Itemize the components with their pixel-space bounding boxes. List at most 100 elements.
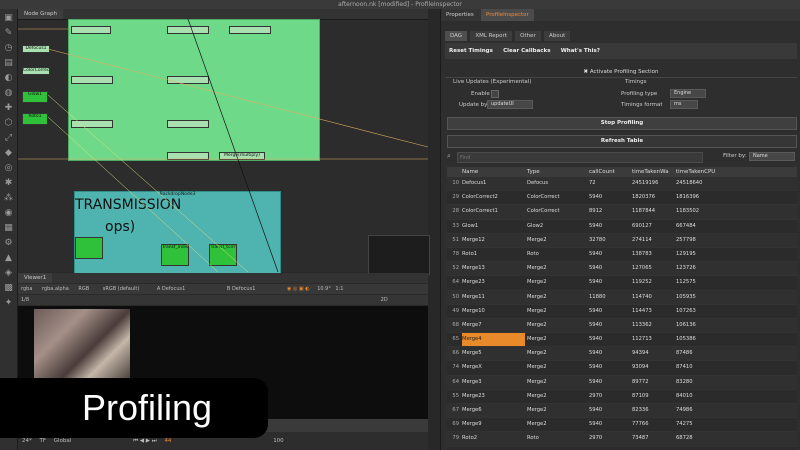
table-row[interactable]: 29 ColorCorrect2 ColorCorrect 5940 1820376 18… [447, 191, 797, 206]
filter-icon[interactable]: ◍ [3, 88, 14, 99]
current-frame[interactable]: 44 [164, 438, 171, 444]
table-row[interactable]: 74 MergeX Merge2 5940 93094 87410 [447, 361, 797, 376]
node-graph-minimap[interactable] [368, 235, 430, 275]
whats-this-button[interactable]: What's This? [557, 43, 604, 59]
ratio-value[interactable]: 1:1 [335, 286, 343, 292]
table-cell: Merge9 [462, 421, 482, 428]
metadata-icon[interactable]: ✱ [3, 178, 14, 189]
table-cell: 1183502 [676, 208, 700, 215]
tab-about[interactable]: About [543, 31, 571, 41]
ocio-icon[interactable]: ◈ [3, 268, 14, 279]
end-frame[interactable]: 100 [273, 438, 284, 444]
node-graph-panel[interactable]: Node Graph Merge(multiply) Glow1 Roto1 D… [18, 9, 430, 275]
zoom-value[interactable]: 10.9° [317, 286, 331, 292]
table-row[interactable]: 67 Merge6 Merge2 5940 82336 74986 [447, 404, 797, 419]
tab-dag[interactable]: DAG [445, 31, 468, 41]
profiling-type-label: Profiling type [621, 91, 658, 97]
tab-properties[interactable]: Properties [441, 9, 479, 21]
frame-range[interactable]: 1/8 [21, 297, 29, 303]
table-row[interactable]: 28 ColorCorrect1 ColorCorrect 8912 1187844 11… [447, 205, 797, 220]
lut-select[interactable]: sRGB (default) [103, 286, 139, 292]
views-icon[interactable]: ◎ [3, 163, 14, 174]
column-header-name[interactable]: Name [462, 167, 525, 177]
tab-viewer[interactable]: Viewer1 [18, 273, 53, 283]
furnace-icon[interactable]: ▲ [3, 253, 14, 264]
table-row[interactable]: 52 Merge13 Merge2 5940 127065 123726 [447, 262, 797, 277]
view-mode-select[interactable]: 2D [381, 297, 388, 303]
clear-callbacks-button[interactable]: Clear Callbacks [499, 43, 554, 59]
reset-timings-button[interactable]: Reset Timings [445, 43, 497, 59]
table-cell: Merge2 [527, 350, 547, 357]
alpha-select[interactable]: rgba.alpha [42, 286, 69, 292]
column-header-callcount[interactable]: callCount [589, 167, 631, 177]
tf-select[interactable]: TF [40, 438, 47, 444]
keyer-icon[interactable]: ✚ [3, 103, 14, 114]
fps-select[interactable]: 24* [22, 438, 32, 444]
table-row[interactable]: 79 Roto2 Roto 2970 73487 68728 [447, 432, 797, 447]
table-cell: 51 [452, 236, 459, 243]
search-input[interactable] [457, 152, 703, 163]
table-row[interactable]: 68 Merge7 Merge2 5940 113362 106136 [447, 318, 797, 334]
table-cell: Merge2 [527, 265, 547, 272]
deep-icon[interactable]: ◉ [3, 208, 14, 219]
table-row[interactable]: 10 Defocus1 Defocus 72 24519196 24518640 [447, 177, 797, 192]
particles-icon[interactable]: ⁂ [3, 193, 14, 204]
input-a-select[interactable]: A Defocus1 [157, 286, 185, 292]
playback-controls[interactable]: ⏮ ◀ ▶ ⏭ [133, 438, 157, 444]
table-cell: Merge13 [462, 265, 485, 272]
table-row[interactable]: 51 Merge12 Merge2 32780 274114 257798 [447, 233, 797, 248]
image-icon[interactable]: ▣ [3, 13, 14, 24]
cara-icon[interactable]: ✦ [3, 298, 14, 309]
column-header-type[interactable]: Type [527, 167, 589, 177]
table-row[interactable]: 69 Merge9 Merge2 5940 77766 74275 [447, 418, 797, 433]
stop-profiling-button[interactable]: Stop Profiling [447, 117, 797, 130]
tab-profile-inspector[interactable]: ProfileInspector [481, 9, 534, 21]
profile-table: Name Type callCount timeTakenWa timeTake… [447, 167, 797, 450]
other-icon[interactable]: ⚙ [3, 238, 14, 249]
column-header-timetakenwall[interactable]: timeTakenWa [632, 167, 676, 177]
scope-select[interactable]: Global [54, 438, 72, 444]
table-cell: Merge2 [527, 279, 547, 286]
table-row[interactable]: 65 Merge4 Merge2 5940 112713 105386 [447, 333, 797, 348]
table-row[interactable]: 64 Merge3 Merge2 5940 89772 83280 [447, 375, 797, 390]
viewer-tools-icons[interactable]: ◉ ◎ ▣ ◐ [287, 286, 310, 292]
3d-icon[interactable]: ◆ [3, 148, 14, 159]
channel-icon[interactable]: ▤ [3, 58, 14, 69]
tab-other[interactable]: Other [515, 31, 541, 41]
column-header-timetakencpu[interactable]: timeTakenCPU [676, 167, 721, 177]
activate-profiling-section[interactable]: ✖ Activate Profiling Section [445, 67, 797, 78]
table-cell: 274114 [632, 236, 652, 243]
transform-icon[interactable]: ⤢ [3, 133, 14, 144]
table-cell: 1816396 [676, 194, 700, 201]
merge-icon[interactable]: ⬡ [3, 118, 14, 129]
table-row[interactable]: 55 Merge23 Merge2 2970 87109 84010 [447, 390, 797, 404]
colorspace-select[interactable]: RGB [78, 286, 89, 292]
properties-tabbar: Properties ProfileInspector [441, 9, 800, 21]
time-icon[interactable]: ◷ [3, 43, 14, 54]
filter-select[interactable]: Name [749, 152, 795, 161]
timings-format-select[interactable]: ms [670, 100, 698, 109]
tab-xml-report[interactable]: XML Report [470, 31, 512, 41]
table-row[interactable]: 33 Glow1 Glow2 5940 690127 667484 [447, 220, 797, 234]
table-row[interactable]: 49 Merge10 Merge2 5940 114473 107263 [447, 305, 797, 319]
enable-checkbox[interactable] [491, 90, 499, 98]
refresh-table-button[interactable]: Refresh Table [447, 135, 797, 148]
properties-panel: Properties ProfileInspector DAG XML Repo… [440, 9, 800, 450]
table-row[interactable]: 50 Merge11 Merge2 11880 114740 105935 [447, 290, 797, 305]
table-row[interactable]: 78 Roto1 Roto 5940 138783 129195 [447, 248, 797, 263]
table-cell: 114740 [632, 293, 652, 300]
draw-icon[interactable]: ✎ [3, 28, 14, 39]
table-cell: MergeX [462, 364, 482, 371]
table-cell: 5940 [589, 336, 603, 343]
channels-select[interactable]: rgba [21, 286, 32, 292]
plugins-icon[interactable]: ▩ [3, 283, 14, 294]
update-by-select[interactable]: updateUI [487, 100, 533, 109]
table-row[interactable]: 66 Merge5 Merge2 5940 94394 87486 [447, 347, 797, 362]
table-cell: 50 [452, 293, 459, 300]
window-title: afternoon.nk [modified] - ProfileInspect… [0, 0, 800, 9]
table-row[interactable]: 64 Merge23 Merge2 5940 119252 112575 [447, 276, 797, 291]
input-b-select[interactable]: B Defocus1 [227, 286, 255, 292]
color-icon[interactable]: ◐ [3, 73, 14, 84]
profiling-type-select[interactable]: Engine [670, 89, 706, 98]
toolsets-icon[interactable]: ▦ [3, 223, 14, 234]
